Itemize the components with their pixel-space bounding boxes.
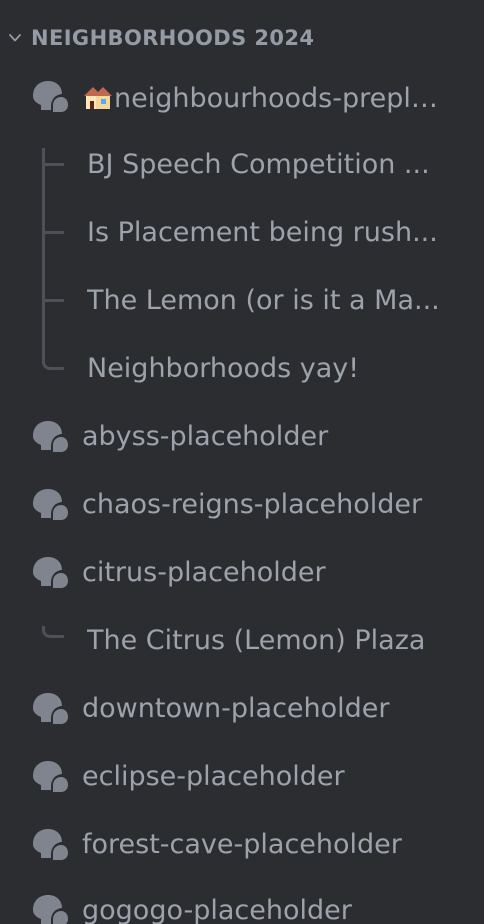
thread-item[interactable]: The Citrus (Lemon) Plaza bbox=[0, 614, 484, 668]
channel-downtown-placeholder[interactable]: downtown-placeholder bbox=[0, 682, 484, 736]
forum-icon bbox=[33, 489, 68, 520]
channel-label: forest-cave-placeholder bbox=[82, 829, 402, 860]
category-neighborhoods-2024[interactable]: NEIGHBORHOODS 2024 bbox=[0, 22, 484, 54]
channel-label: chaos-reigns-placeholder bbox=[82, 489, 423, 520]
thread-label: Neighborhoods yay! bbox=[87, 353, 360, 384]
channel-neighbourhoods-preplacement[interactable]: neighbourhoods-preplacement bbox=[0, 70, 484, 124]
channel-chaos-reigns-placeholder[interactable]: chaos-reigns-placeholder bbox=[0, 478, 484, 532]
thread-item[interactable]: Neighborhoods yay! bbox=[0, 342, 484, 396]
thread-label: The Lemon (or is it a Ma... bbox=[87, 285, 440, 316]
channel-gogogo-placeholder[interactable]: gogogo-placeholder bbox=[0, 884, 484, 924]
channel-label: abyss-placeholder bbox=[82, 421, 329, 452]
forum-icon bbox=[33, 557, 68, 588]
channel-label: eclipse-placeholder bbox=[82, 761, 345, 792]
category-label: NEIGHBORHOODS 2024 bbox=[31, 26, 315, 50]
channel-label: neighbourhoods-preplacement bbox=[114, 83, 448, 114]
forum-icon bbox=[33, 421, 68, 452]
channel-citrus-placeholder[interactable]: citrus-placeholder bbox=[0, 546, 484, 600]
thread-label: The Citrus (Lemon) Plaza bbox=[87, 625, 426, 656]
thread-item[interactable]: BJ Speech Competition ... bbox=[0, 138, 484, 192]
forum-icon bbox=[33, 81, 68, 112]
channel-forest-cave-placeholder[interactable]: forest-cave-placeholder bbox=[0, 818, 484, 872]
channel-label: gogogo-placeholder bbox=[82, 895, 352, 924]
house-emoji-icon bbox=[84, 87, 112, 109]
thread-item[interactable]: Is Placement being rush... bbox=[0, 206, 484, 260]
forum-icon bbox=[33, 895, 68, 924]
thread-label: BJ Speech Competition ... bbox=[87, 149, 430, 180]
forum-icon bbox=[33, 829, 68, 860]
thread-item[interactable]: The Lemon (or is it a Ma... bbox=[0, 274, 484, 328]
channel-label: downtown-placeholder bbox=[82, 693, 390, 724]
forum-icon bbox=[33, 761, 68, 792]
forum-icon bbox=[33, 693, 68, 724]
channel-label: citrus-placeholder bbox=[82, 557, 326, 588]
channel-abyss-placeholder[interactable]: abyss-placeholder bbox=[0, 410, 484, 464]
thread-label: Is Placement being rush... bbox=[87, 217, 438, 248]
channel-sidebar: NEIGHBORHOODS 2024 neighbourhoods-prepla… bbox=[0, 0, 484, 924]
chevron-down-icon bbox=[9, 34, 21, 42]
channel-eclipse-placeholder[interactable]: eclipse-placeholder bbox=[0, 750, 484, 804]
